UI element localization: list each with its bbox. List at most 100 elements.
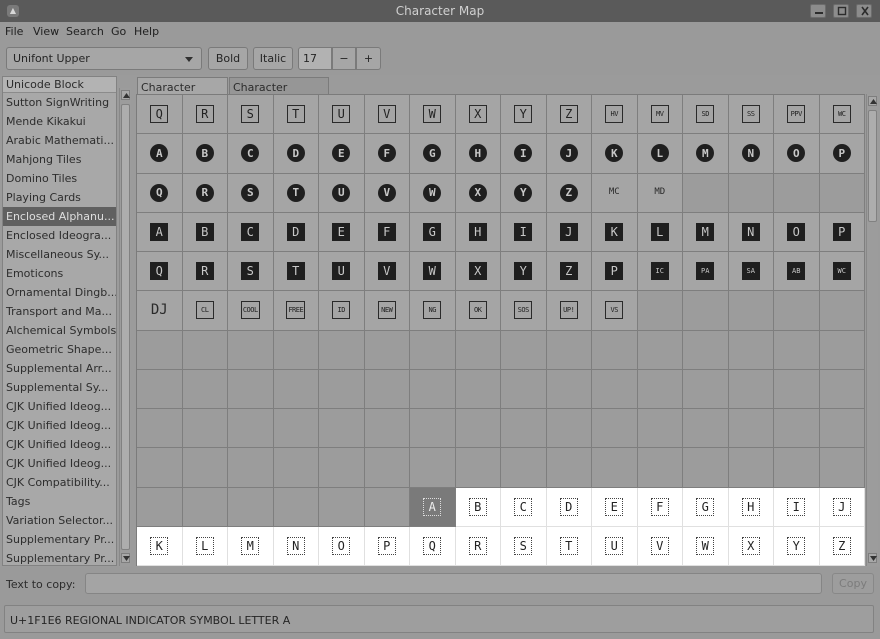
- character-cell[interactable]: D: [273, 134, 319, 174]
- character-cell[interactable]: [137, 330, 183, 370]
- character-cell[interactable]: D: [546, 487, 592, 527]
- character-cell[interactable]: ID: [319, 291, 365, 331]
- character-cell[interactable]: [273, 448, 319, 488]
- character-cell[interactable]: OK: [455, 291, 501, 331]
- tab-character-table[interactable]: Character Table: [137, 77, 228, 107]
- character-cell[interactable]: [364, 330, 410, 370]
- character-cell[interactable]: [501, 409, 547, 449]
- character-cell[interactable]: [546, 369, 592, 409]
- character-cell[interactable]: DJ: [137, 291, 183, 331]
- maximize-button[interactable]: [833, 4, 849, 18]
- character-cell[interactable]: [319, 448, 365, 488]
- block-list-item[interactable]: Sutton SignWriting: [3, 93, 116, 112]
- character-cell[interactable]: G: [410, 212, 456, 252]
- character-cell[interactable]: X: [455, 95, 501, 135]
- character-cell[interactable]: [455, 330, 501, 370]
- character-cell[interactable]: MV: [637, 95, 683, 135]
- character-cell[interactable]: [637, 409, 683, 449]
- character-cell[interactable]: P: [364, 526, 410, 566]
- character-cell[interactable]: [683, 330, 729, 370]
- character-cell[interactable]: Q: [137, 95, 183, 135]
- character-cell[interactable]: [728, 409, 774, 449]
- character-cell[interactable]: X: [728, 526, 774, 566]
- character-cell[interactable]: WC: [819, 95, 865, 135]
- unicode-block-list[interactable]: Unicode Block Sutton SignWriting Mende Ki…: [2, 76, 117, 566]
- block-list-item[interactable]: CJK Unified Ideog...: [3, 416, 116, 435]
- character-cell[interactable]: [410, 448, 456, 488]
- character-cell[interactable]: Y: [501, 173, 547, 213]
- menu-search[interactable]: Search: [66, 25, 104, 38]
- character-cell[interactable]: N: [273, 526, 319, 566]
- character-cell[interactable]: [728, 448, 774, 488]
- character-cell[interactable]: Y: [501, 95, 547, 135]
- character-cell[interactable]: E: [592, 487, 638, 527]
- scroll-thumb[interactable]: [121, 104, 130, 550]
- character-cell[interactable]: [546, 448, 592, 488]
- character-cell[interactable]: L: [637, 212, 683, 252]
- character-cell[interactable]: [501, 330, 547, 370]
- text-to-copy-input[interactable]: [85, 573, 822, 594]
- character-cell[interactable]: [364, 448, 410, 488]
- character-cell[interactable]: Z: [546, 95, 592, 135]
- character-cell[interactable]: [137, 409, 183, 449]
- character-cell[interactable]: Y: [501, 252, 547, 292]
- character-cell[interactable]: SOS: [501, 291, 547, 331]
- font-select[interactable]: Unifont Upper: [6, 47, 202, 70]
- character-cell[interactable]: [455, 369, 501, 409]
- block-list-item[interactable]: Miscellaneous Sy...: [3, 245, 116, 264]
- character-cell[interactable]: G: [410, 134, 456, 174]
- menu-go[interactable]: Go: [111, 25, 126, 38]
- character-cell[interactable]: [319, 369, 365, 409]
- character-cell[interactable]: F: [364, 212, 410, 252]
- character-cell[interactable]: A: [137, 134, 183, 174]
- character-cell[interactable]: PA: [683, 252, 729, 292]
- character-cell[interactable]: AB: [774, 252, 820, 292]
- block-list-item[interactable]: CJK Unified Ideog...: [3, 397, 116, 416]
- character-cell[interactable]: S: [501, 526, 547, 566]
- block-list-item[interactable]: Supplementary Pr...: [3, 549, 116, 565]
- character-cell[interactable]: A: [410, 487, 456, 527]
- block-list-item[interactable]: Supplemental Sy...: [3, 378, 116, 397]
- character-cell[interactable]: R: [182, 173, 228, 213]
- character-cell[interactable]: HV: [592, 95, 638, 135]
- character-cell[interactable]: [819, 369, 865, 409]
- character-cell[interactable]: [501, 369, 547, 409]
- character-cell[interactable]: B: [182, 134, 228, 174]
- block-list-item[interactable]: Domino Tiles: [3, 169, 116, 188]
- character-cell[interactable]: V: [364, 95, 410, 135]
- character-cell[interactable]: R: [182, 252, 228, 292]
- character-cell[interactable]: SS: [728, 95, 774, 135]
- character-cell[interactable]: [455, 409, 501, 449]
- character-cell[interactable]: [683, 409, 729, 449]
- character-cell[interactable]: IC: [637, 252, 683, 292]
- close-button[interactable]: [856, 4, 872, 18]
- character-cell[interactable]: Q: [137, 252, 183, 292]
- character-table[interactable]: Q R S T U V W X Y Z HV MV SD SS PPV WC A B C D E F G H I J K L M N O P Q…: [136, 94, 865, 566]
- character-cell[interactable]: [410, 330, 456, 370]
- character-cell[interactable]: [728, 369, 774, 409]
- character-cell[interactable]: Q: [137, 173, 183, 213]
- character-cell[interactable]: [228, 448, 274, 488]
- character-cell[interactable]: U: [319, 252, 365, 292]
- character-cell[interactable]: [228, 487, 274, 527]
- decrease-size-button[interactable]: −: [332, 47, 356, 70]
- character-cell[interactable]: [774, 409, 820, 449]
- character-cell[interactable]: J: [819, 487, 865, 527]
- character-cell[interactable]: WC: [819, 252, 865, 292]
- character-cell[interactable]: Z: [819, 526, 865, 566]
- character-cell[interactable]: C: [501, 487, 547, 527]
- character-cell[interactable]: K: [592, 212, 638, 252]
- character-cell[interactable]: M: [683, 134, 729, 174]
- character-cell[interactable]: P: [592, 252, 638, 292]
- character-cell[interactable]: FREE: [273, 291, 319, 331]
- character-cell[interactable]: V: [637, 526, 683, 566]
- block-list-item[interactable]: Mahjong Tiles: [3, 150, 116, 169]
- character-cell[interactable]: [637, 369, 683, 409]
- character-cell[interactable]: R: [455, 526, 501, 566]
- character-cell[interactable]: [683, 173, 729, 213]
- character-cell[interactable]: H: [455, 212, 501, 252]
- character-cell[interactable]: R: [182, 95, 228, 135]
- character-cell[interactable]: N: [728, 212, 774, 252]
- character-cell[interactable]: I: [501, 134, 547, 174]
- character-cell[interactable]: [319, 330, 365, 370]
